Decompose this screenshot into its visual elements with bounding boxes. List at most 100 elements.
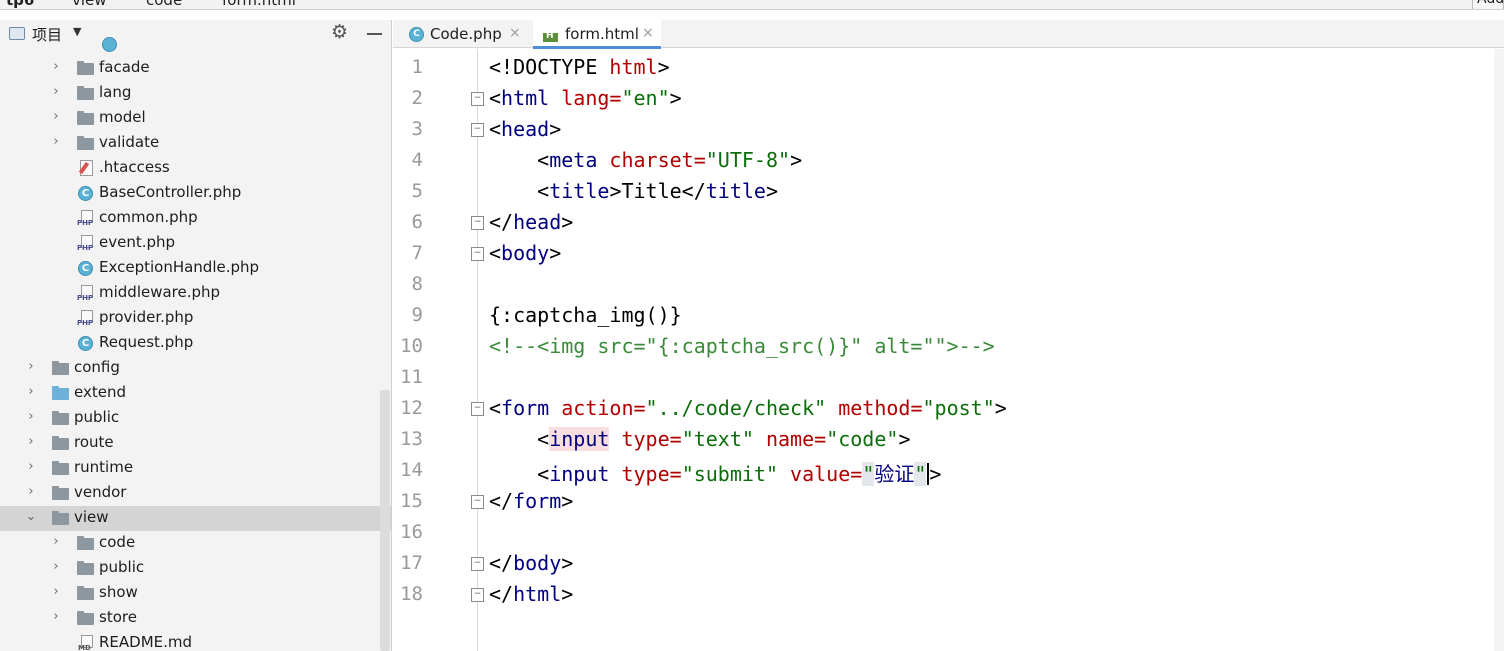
gear-icon[interactable]: ⚙ xyxy=(331,21,348,43)
project-scrollbar[interactable] xyxy=(380,390,390,651)
chevron-right-icon[interactable]: › xyxy=(25,384,37,399)
chevron-right-icon[interactable]: › xyxy=(25,434,37,449)
fold-icon[interactable]: − xyxy=(471,92,484,106)
close-icon[interactable]: × xyxy=(642,25,654,41)
tab-label: Code.php xyxy=(430,25,502,43)
code-line-18: </html> xyxy=(489,582,573,606)
tree-item-runtime[interactable]: › runtime xyxy=(0,456,391,481)
code-text: < xyxy=(489,148,550,172)
chevron-right-icon[interactable]: › xyxy=(25,409,37,424)
code-line-6: </head> xyxy=(489,210,573,234)
code-text: head xyxy=(513,210,562,234)
tree-item-label: README.md xyxy=(99,633,193,651)
folder-icon xyxy=(52,360,69,376)
editor-scrollbar[interactable] xyxy=(1494,49,1504,651)
line-number: 13 xyxy=(400,428,423,450)
project-panel: 项目 ▼ ⚙ › facade › lang › model › validat… xyxy=(0,20,392,651)
code-text: > xyxy=(790,148,803,172)
chevron-right-icon[interactable]: › xyxy=(25,484,37,499)
tree-item-label: BaseController.php xyxy=(99,183,242,201)
line-number: 17 xyxy=(400,552,423,574)
tree-item-vendor[interactable]: › vendor xyxy=(0,481,391,506)
close-icon[interactable]: × xyxy=(509,25,521,41)
code-text: "UTF-8" xyxy=(705,148,791,172)
code-text: "code" xyxy=(826,427,899,451)
chevron-down-icon[interactable]: ⌄ xyxy=(25,509,37,524)
php-class-icon: C xyxy=(78,336,93,351)
breadcrumb-form-html[interactable]: form.html xyxy=(222,0,296,9)
code-line-1: <!DOCTYPE html> xyxy=(489,55,670,79)
tree-item-event[interactable]: event.php xyxy=(0,231,391,256)
code-text: </ xyxy=(489,210,514,234)
tree-item-label: vendor xyxy=(74,483,127,501)
chevron-right-icon[interactable]: › xyxy=(50,584,62,599)
minus-icon[interactable] xyxy=(367,33,382,35)
tree-item-extend[interactable]: › extend xyxy=(0,381,391,406)
breadcrumb-code[interactable]: code xyxy=(146,0,182,9)
code-text: "post" xyxy=(922,396,995,420)
code-line-15: </form> xyxy=(489,489,573,513)
tree-item-label: model xyxy=(99,108,146,126)
fold-icon[interactable]: − xyxy=(471,123,484,137)
breadcrumb-tp6[interactable]: tp6 xyxy=(6,0,34,9)
chevron-right-icon[interactable]: › xyxy=(50,609,62,624)
markdown-file-icon xyxy=(77,635,94,651)
chevron-right-icon[interactable]: › xyxy=(25,459,37,474)
chevron-right-icon[interactable]: › xyxy=(50,134,62,149)
tree-item-readme[interactable]: README.md xyxy=(0,631,391,651)
tree-item-middleware[interactable]: middleware.php xyxy=(0,281,391,306)
tree-item-lang[interactable]: › lang xyxy=(0,81,391,106)
folder-icon xyxy=(77,85,94,101)
code-text: </ xyxy=(489,489,514,513)
fold-icon[interactable]: − xyxy=(471,495,484,509)
code-text: type= xyxy=(609,427,682,451)
folder-icon xyxy=(52,410,69,426)
project-panel-title[interactable]: 项目 xyxy=(32,24,62,45)
chevron-right-icon[interactable]: › xyxy=(25,359,37,374)
chevron-right-icon[interactable]: › xyxy=(50,109,62,124)
tree-item-validate[interactable]: › validate xyxy=(0,131,391,156)
tree-item-view[interactable]: ⌄ view xyxy=(0,506,391,531)
tree-item-facade[interactable]: › facade xyxy=(0,56,391,81)
folder-icon xyxy=(77,535,94,551)
code-text: value= xyxy=(778,462,863,486)
tree-item-code[interactable]: › code xyxy=(0,531,391,556)
triangle-down-icon[interactable]: ▼ xyxy=(73,25,81,38)
tree-item-basecontroller[interactable]: C BaseController.php xyxy=(0,181,391,206)
code-text: "submit" xyxy=(681,462,779,486)
chevron-right-icon[interactable]: › xyxy=(50,534,62,549)
folder-icon xyxy=(77,585,94,601)
fold-icon[interactable]: − xyxy=(471,216,484,230)
add-configuration-button[interactable]: Add xyxy=(1472,0,1504,9)
tree-item-public[interactable]: › public xyxy=(0,406,391,431)
tree-item-common[interactable]: common.php xyxy=(0,206,391,231)
fold-icon[interactable]: − xyxy=(471,588,484,602)
fold-icon[interactable]: − xyxy=(471,402,484,416)
tree-item-show[interactable]: › show xyxy=(0,581,391,606)
fold-icon[interactable]: − xyxy=(471,247,484,261)
tree-item-config[interactable]: › config xyxy=(0,356,391,381)
line-number: 10 xyxy=(400,335,423,357)
tree-item-provider[interactable]: provider.php xyxy=(0,306,391,331)
tree-item-route[interactable]: › route xyxy=(0,431,391,456)
chevron-right-icon[interactable]: › xyxy=(50,59,62,74)
tab-code-php[interactable]: C Code.php × xyxy=(401,20,528,48)
line-number: 3 xyxy=(411,118,423,140)
tree-item-request[interactable]: C Request.php xyxy=(0,331,391,356)
tree-item-label: validate xyxy=(99,133,160,151)
line-number: 14 xyxy=(400,459,423,481)
tree-item-exceptionhandle[interactable]: C ExceptionHandle.php xyxy=(0,256,391,281)
code-text: title xyxy=(705,179,766,203)
tree-item-store[interactable]: › store xyxy=(0,606,391,631)
tree-item-view-public[interactable]: › public xyxy=(0,556,391,581)
chevron-right-icon[interactable]: › xyxy=(50,559,62,574)
breadcrumb-view[interactable]: view xyxy=(72,0,107,9)
tree-item-htaccess[interactable]: .htaccess xyxy=(0,156,391,181)
chevron-right-icon[interactable]: › xyxy=(50,84,62,99)
tree-item-label: code xyxy=(99,533,136,551)
tree-item-model[interactable]: › model xyxy=(0,106,391,131)
tab-form-html[interactable]: form.html × xyxy=(533,20,661,49)
fold-icon[interactable]: − xyxy=(471,557,484,571)
tree-item-label: provider.php xyxy=(99,308,194,326)
code-text: "en" xyxy=(621,86,670,110)
